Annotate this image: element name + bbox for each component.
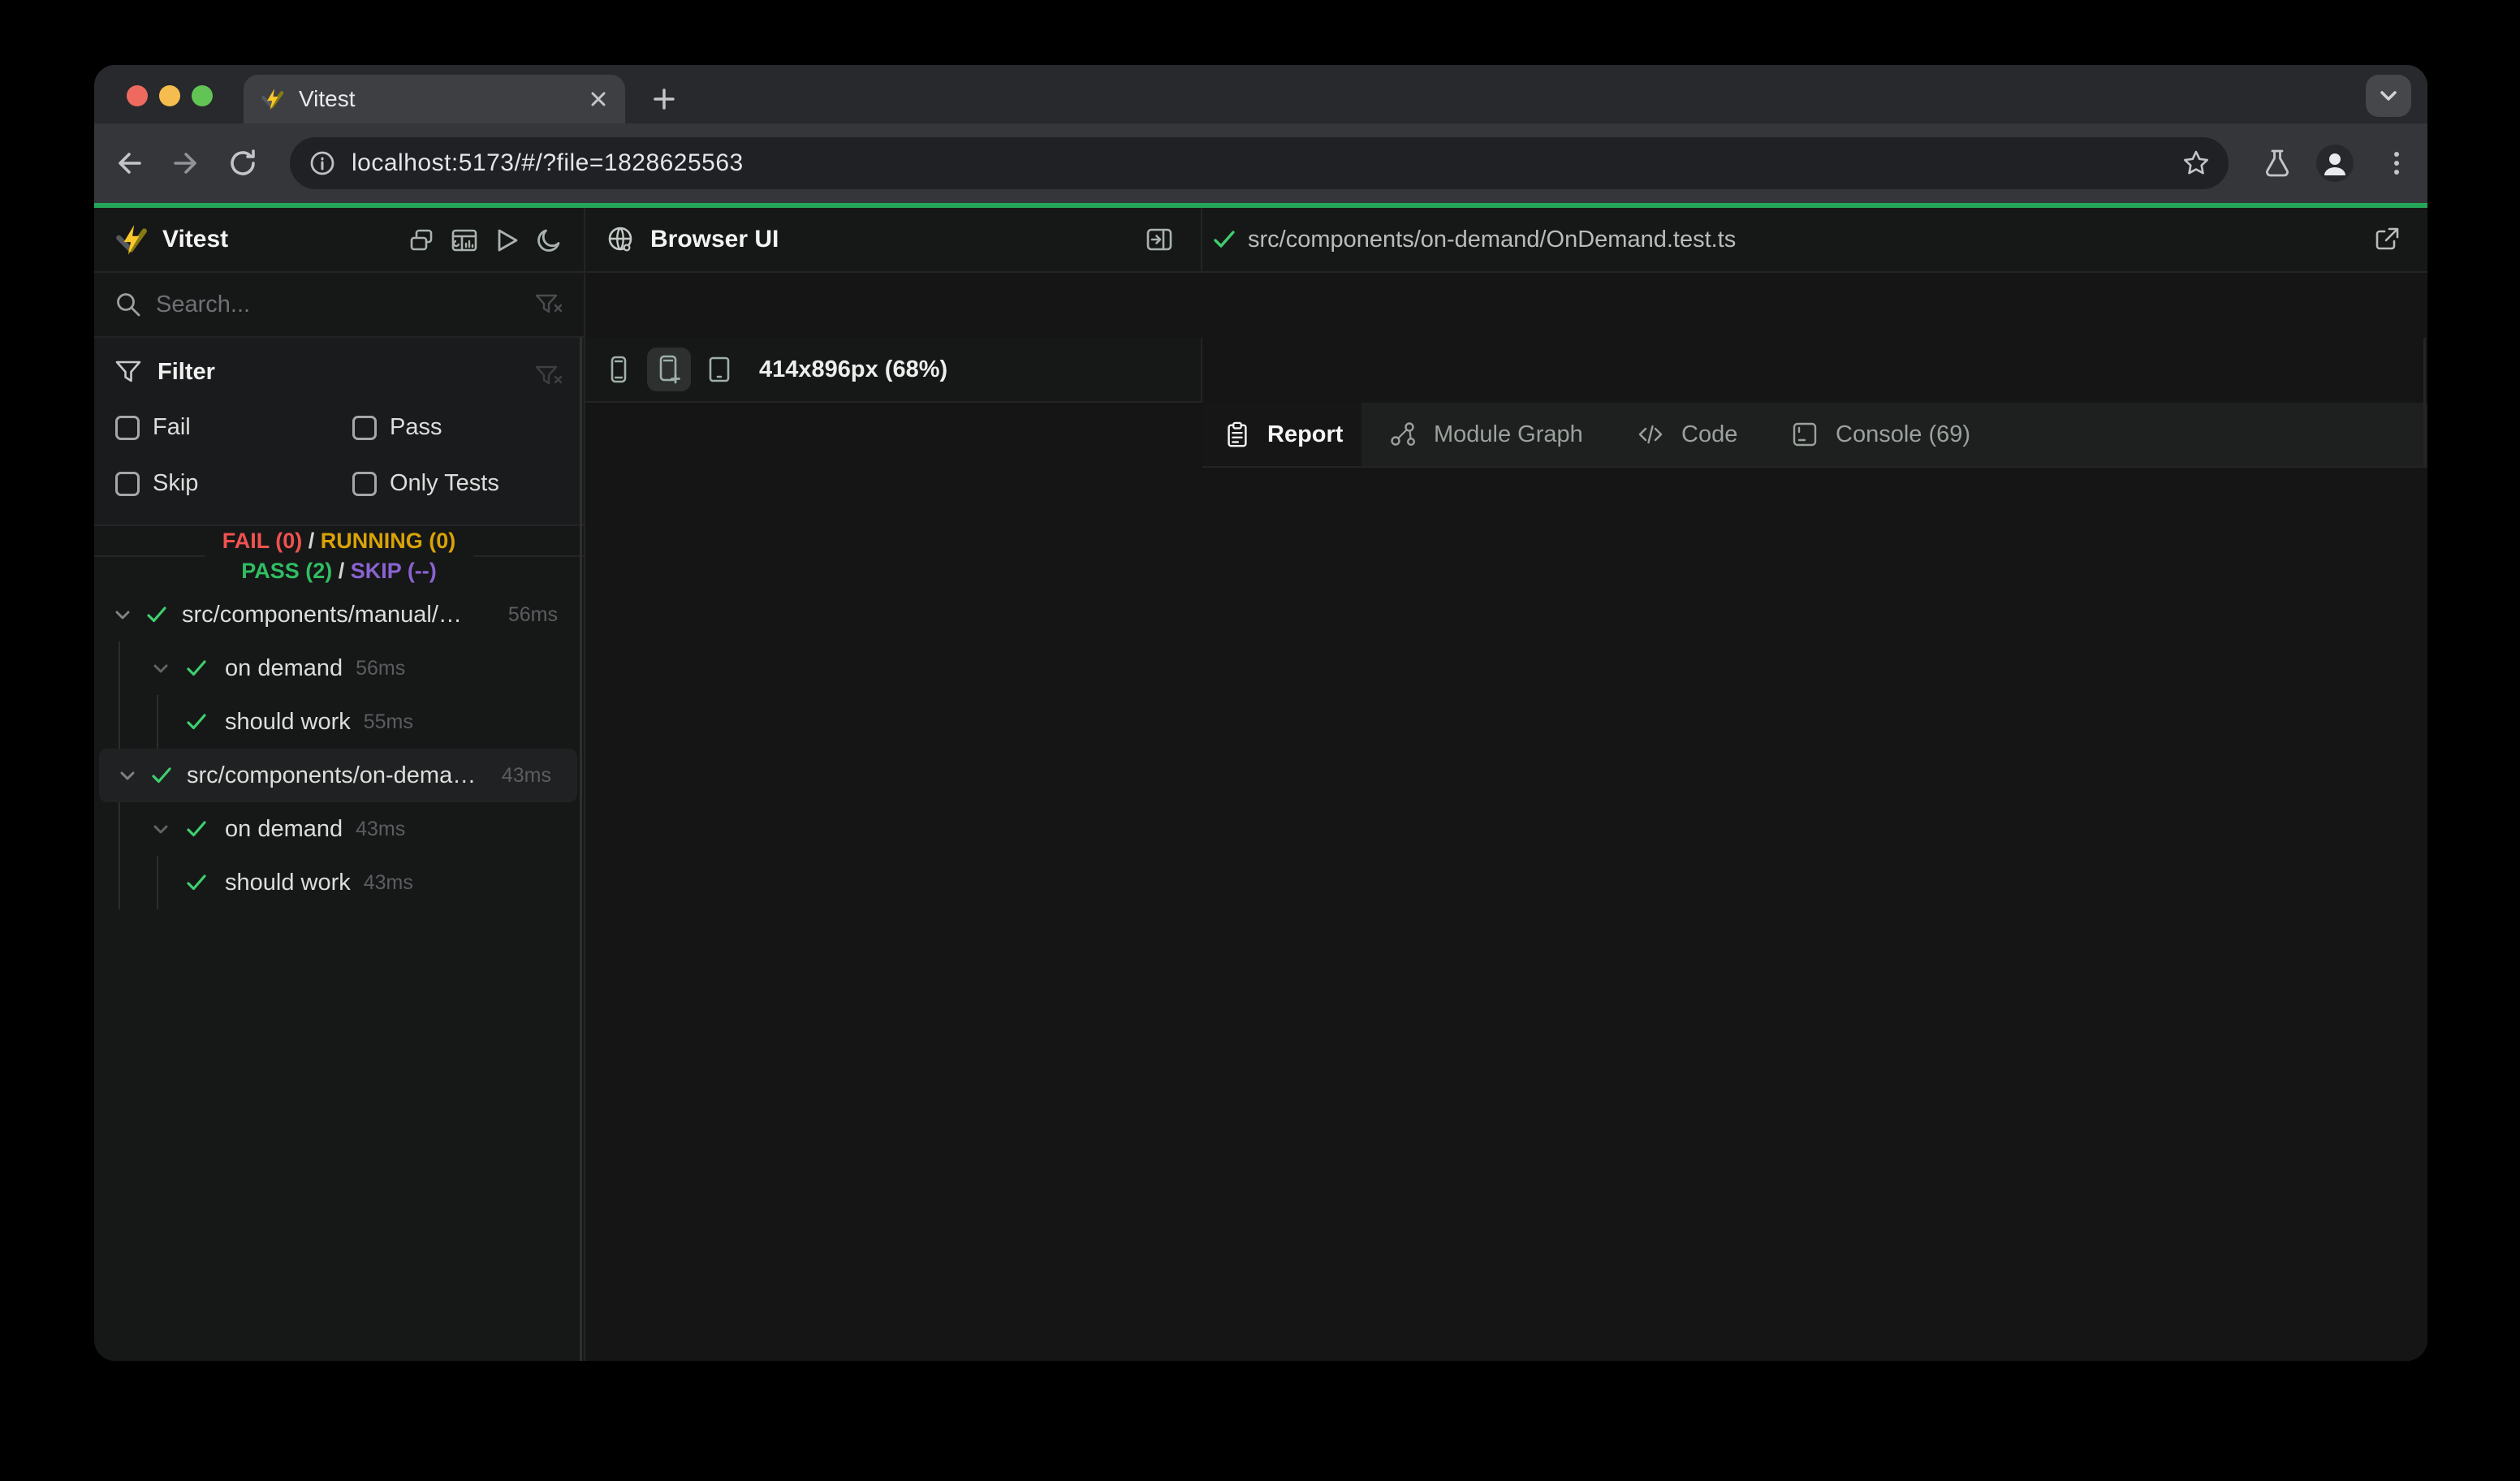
filter-fail-checkbox[interactable]: Fail: [115, 414, 191, 441]
browser-tab-vitest[interactable]: Vitest: [244, 75, 625, 123]
fail-checkbox-label: Fail: [153, 414, 191, 440]
pass-check-icon: [184, 870, 209, 895]
test-tree: src/components/manual/… 56ms on demand 5…: [94, 588, 584, 909]
tab-search-button[interactable]: [2366, 75, 2411, 117]
pass-check-icon: [145, 602, 169, 627]
chevron-down-icon[interactable]: [110, 602, 135, 627]
tree-row-file-on-demand[interactable]: src/components/on-dema… 43ms: [99, 749, 577, 802]
chevron-down-icon[interactable]: [115, 763, 140, 788]
desktop: Vitest localhost:5173/#/?file=1828625563…: [0, 0, 2520, 1481]
new-tab-button[interactable]: [645, 80, 684, 119]
fullscreen-window-button[interactable]: [192, 85, 213, 106]
vitest-ui: Vitest Browser UI src/components/on-dema…: [94, 208, 2427, 1361]
pass-checkbox-box[interactable]: [352, 415, 377, 440]
clear-filter-icon[interactable]: [533, 289, 563, 320]
vitest-favicon: [260, 87, 284, 111]
pass-checkbox-label: Pass: [390, 414, 442, 440]
vitest-logo: [114, 222, 148, 257]
panel-right-icon[interactable]: [1144, 224, 1175, 255]
url-text[interactable]: localhost:5173/#/?file=1828625563: [352, 149, 744, 177]
pass-check-icon: [184, 817, 209, 841]
back-button[interactable]: [114, 147, 146, 179]
filter-funnel-icon: [114, 357, 143, 386]
run-all-play-icon[interactable]: [492, 226, 521, 255]
pass-check-icon: [1210, 226, 1238, 253]
tab-title: Vitest: [299, 86, 356, 111]
tree-row-test[interactable]: should work 43ms: [94, 856, 584, 909]
reload-button[interactable]: [227, 147, 259, 179]
filter-pass-checkbox[interactable]: Pass: [352, 414, 442, 441]
browser-window: Vitest localhost:5173/#/?file=1828625563…: [94, 65, 2427, 1361]
search-icon: [114, 290, 143, 319]
minimize-window-button[interactable]: [159, 85, 180, 106]
sidebar-content: Filter Fail Pass Skip Only Tests FAIL (0…: [94, 338, 585, 1361]
dark-mode-moon-icon[interactable]: [534, 226, 563, 255]
sidebar-scrollbar[interactable]: [580, 338, 582, 1361]
profile-avatar[interactable]: [2315, 144, 2354, 183]
sidebar-search-row: [94, 273, 585, 338]
only-tests-checkbox-label: Only Tests: [390, 470, 499, 496]
app-content-row: Filter Fail Pass Skip Only Tests FAIL (0…: [94, 338, 2427, 1361]
summary-line-2: PASS (2) / SKIP (--): [241, 559, 437, 583]
browser-tabstrip: Vitest: [94, 65, 2427, 123]
app-toolbar-row: 414x896px (68%) Report Module Graph: [94, 273, 2427, 468]
fail-checkbox-box[interactable]: [115, 415, 140, 440]
chevron-down-icon[interactable]: [149, 656, 173, 680]
app-title: Vitest: [162, 226, 229, 253]
app-header-row: Vitest Browser UI src/components/on-dema…: [94, 208, 2427, 273]
sidebar-header: Vitest: [94, 208, 585, 273]
url-bar[interactable]: localhost:5173/#/?file=1828625563: [290, 137, 2229, 189]
browser-toolbar: localhost:5173/#/?file=1828625563: [94, 123, 2427, 203]
pass-check-icon: [149, 763, 174, 788]
filter-skip-checkbox[interactable]: Skip: [115, 470, 198, 497]
close-window-button[interactable]: [127, 85, 148, 106]
tab-close-icon[interactable]: [588, 89, 609, 110]
skip-checkbox-label: Skip: [153, 470, 199, 496]
only-tests-checkbox-box[interactable]: [352, 471, 377, 496]
tree-row-test[interactable]: should work 55ms: [94, 695, 584, 749]
open-external-icon[interactable]: [2371, 224, 2402, 255]
filter-only-tests-checkbox[interactable]: Only Tests: [352, 470, 499, 497]
pass-check-icon: [184, 656, 209, 680]
browser-panel-header: Browser UI: [585, 208, 1202, 273]
browser-panel-title: Browser UI: [650, 226, 779, 253]
skip-checkbox-box[interactable]: [115, 471, 140, 496]
tree-row-file-manual[interactable]: src/components/manual/… 56ms: [94, 588, 584, 641]
bookmark-star-icon[interactable]: [2181, 149, 2211, 178]
filter-title: Filter: [158, 358, 215, 385]
globe-icon: [605, 224, 636, 255]
report-panel-header: src/components/on-demand/OnDemand.test.t…: [1202, 208, 2427, 273]
filter-section: Filter Fail Pass Skip Only Tests: [94, 338, 584, 526]
tree-row-suite[interactable]: on demand 43ms: [94, 802, 584, 856]
summary-line-1: FAIL (0) / RUNNING (0): [222, 529, 456, 553]
test-file-path: src/components/on-demand/OnDemand.test.t…: [1248, 226, 1737, 253]
collapse-windows-icon[interactable]: [408, 226, 437, 255]
chevron-down-icon[interactable]: [149, 817, 173, 841]
tree-row-suite[interactable]: on demand 56ms: [94, 641, 584, 695]
experiments-flask-icon[interactable]: [2261, 147, 2293, 179]
search-input[interactable]: [156, 291, 513, 318]
dashboard-icon[interactable]: [450, 226, 479, 255]
menu-kebab-icon[interactable]: [2380, 147, 2413, 179]
filter-clear-icon[interactable]: [533, 361, 563, 391]
site-info-icon[interactable]: [308, 149, 337, 178]
pass-check-icon: [184, 710, 209, 734]
forward-button[interactable]: [169, 147, 201, 179]
test-summary: FAIL (0) / RUNNING (0) PASS (2) / SKIP (…: [94, 526, 584, 586]
